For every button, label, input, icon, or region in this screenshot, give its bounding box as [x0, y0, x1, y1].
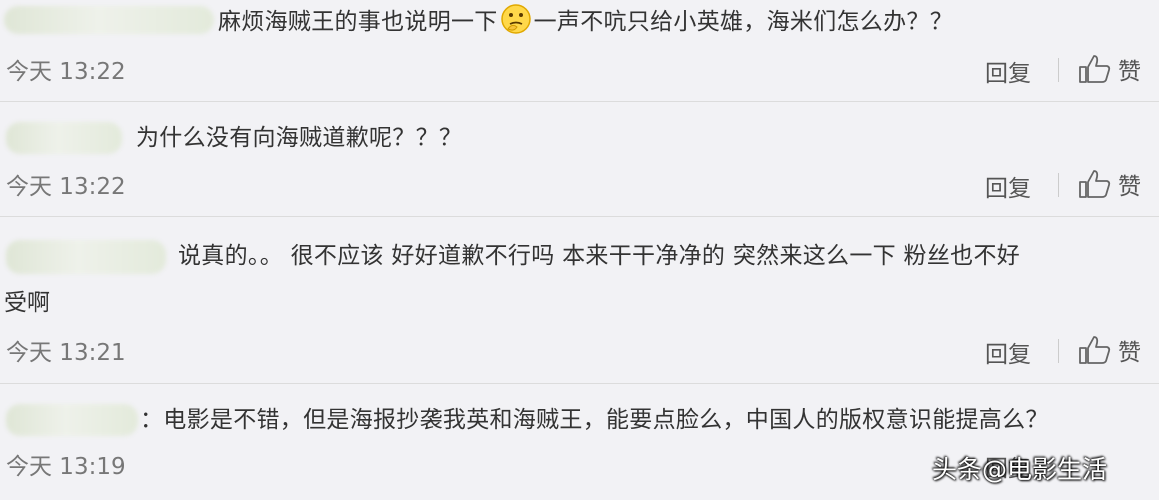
reply-button[interactable]: 回复	[985, 169, 1031, 203]
like-label: 赞	[1118, 59, 1141, 85]
blurred-username[interactable]	[6, 122, 122, 154]
comment-text-before: 麻烦海贼王的事也说明一下	[218, 9, 498, 35]
like-button[interactable]: 赞	[1078, 167, 1141, 201]
comment-text: 麻烦海贼王的事也说明一下 一声不吭只给小英雄，海米们怎么办？？	[218, 2, 953, 42]
thumbs-up-icon	[1079, 336, 1111, 364]
reply-button[interactable]: 回复	[985, 54, 1031, 88]
like-button[interactable]: 赞	[1078, 333, 1141, 367]
comment-text: ：电影是不错，但是海报抄袭我英和海贼王，能要点脸么，中国人的版权意识能提高么？	[140, 407, 1049, 433]
reply-button[interactable]: 回复	[985, 335, 1031, 369]
action-divider	[1058, 173, 1059, 197]
comment-separator	[0, 101, 1159, 102]
comment-text: 为什么没有向海贼道歉呢？？？	[136, 125, 463, 151]
thinking-face-icon	[500, 3, 532, 35]
blurred-username[interactable]	[6, 404, 138, 436]
comment-time: 今天 13:22	[6, 174, 126, 200]
like-button[interactable]: 赞	[1078, 52, 1141, 86]
comment-text-after: 一声不吭只给小英雄，海米们怎么办？？	[533, 9, 954, 35]
blurred-username[interactable]	[6, 240, 166, 274]
comment-text: 说真的。。 很不应该 好好道歉不行吗 本来干干净净的 突然来这么一下 粉丝也不好	[178, 243, 1021, 269]
like-label: 赞	[1118, 340, 1141, 366]
thumbs-up-icon	[1079, 170, 1111, 198]
thumbs-up-icon	[1079, 55, 1111, 83]
comment-time: 今天 13:22	[6, 59, 126, 85]
comment-text-continued: 受啊	[4, 290, 50, 316]
comment-time: 今天 13:19	[6, 454, 126, 480]
comment-separator	[0, 216, 1159, 217]
action-divider	[1058, 58, 1059, 82]
comment-time: 今天 13:21	[6, 340, 126, 366]
blurred-username[interactable]	[4, 6, 214, 34]
watermark: 头条@电影生活	[932, 455, 1108, 484]
comment-separator	[0, 383, 1159, 384]
like-label: 赞	[1118, 174, 1141, 200]
action-divider	[1058, 339, 1059, 363]
